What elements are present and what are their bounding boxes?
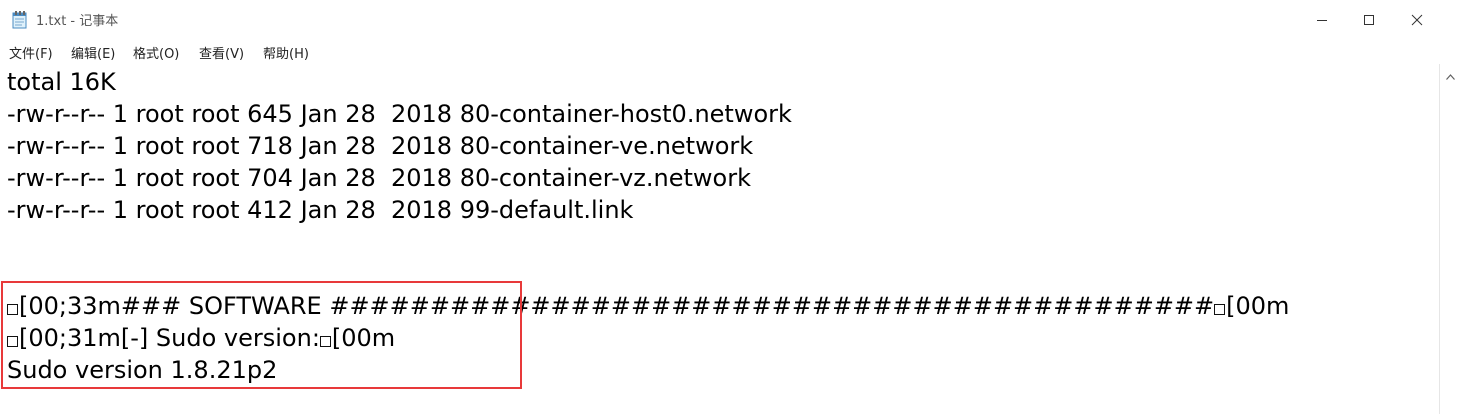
menu-help[interactable]: 帮助(H) <box>263 43 309 62</box>
notepad-icon <box>12 11 28 29</box>
software-header-suffix: [00m <box>1226 292 1290 320</box>
software-header-text: [00;33m### SOFTWARE ####################… <box>19 292 1215 320</box>
menu-view[interactable]: 查看(V) <box>199 43 244 62</box>
minimize-icon <box>1316 11 1328 30</box>
menu-edit[interactable]: 编辑(E) <box>71 43 115 62</box>
close-button[interactable] <box>1394 0 1440 40</box>
escape-box-glyph <box>1214 304 1226 315</box>
escape-box-glyph <box>319 336 331 347</box>
menu-bar: 文件(F) 编辑(E) 格式(O) 查看(V) 帮助(H) <box>0 40 1461 64</box>
text-line-sudo-label: [00;31m[-] Sudo version: [00m <box>7 322 395 354</box>
maximize-icon <box>1363 11 1375 30</box>
text-line: total 16K <box>7 68 116 96</box>
maximize-button[interactable] <box>1346 0 1392 40</box>
text-editor[interactable]: total 16K -rw-r--r-- 1 root root 645 Jan… <box>0 64 1439 414</box>
window-title: 1.txt - 记事本 <box>36 14 119 29</box>
text-line-sudo-version: Sudo version 1.8.21p2 <box>7 356 278 384</box>
text-line: -rw-r--r-- 1 root root 412 Jan 28 2018 9… <box>7 196 634 224</box>
menu-file[interactable]: 文件(F) <box>9 43 53 62</box>
vertical-scrollbar[interactable] <box>1439 64 1461 414</box>
text-line: -rw-r--r-- 1 root root 704 Jan 28 2018 8… <box>7 164 751 192</box>
chevron-up-icon <box>1446 65 1455 84</box>
close-icon <box>1411 11 1423 30</box>
menu-format[interactable]: 格式(O) <box>133 43 179 62</box>
minimize-button[interactable] <box>1299 0 1345 40</box>
notepad-window: 1.txt - 记事本 文件(F) 编辑(E) 格式(O) 查看(V) 帮助(H… <box>0 0 1461 414</box>
escape-box-glyph <box>7 304 18 315</box>
text-line: -rw-r--r-- 1 root root 645 Jan 28 2018 8… <box>7 100 792 128</box>
sudo-label-text: [00;31m[-] Sudo version: <box>19 324 320 352</box>
text-line: -rw-r--r-- 1 root root 718 Jan 28 2018 8… <box>7 132 754 160</box>
sudo-label-suffix: [00m <box>331 324 396 352</box>
text-line-software-header: [00;33m### SOFTWARE ####################… <box>7 290 1289 322</box>
escape-box-glyph <box>7 336 18 347</box>
scroll-up-button[interactable] <box>1440 64 1461 84</box>
title-bar[interactable]: 1.txt - 记事本 <box>0 0 1461 40</box>
